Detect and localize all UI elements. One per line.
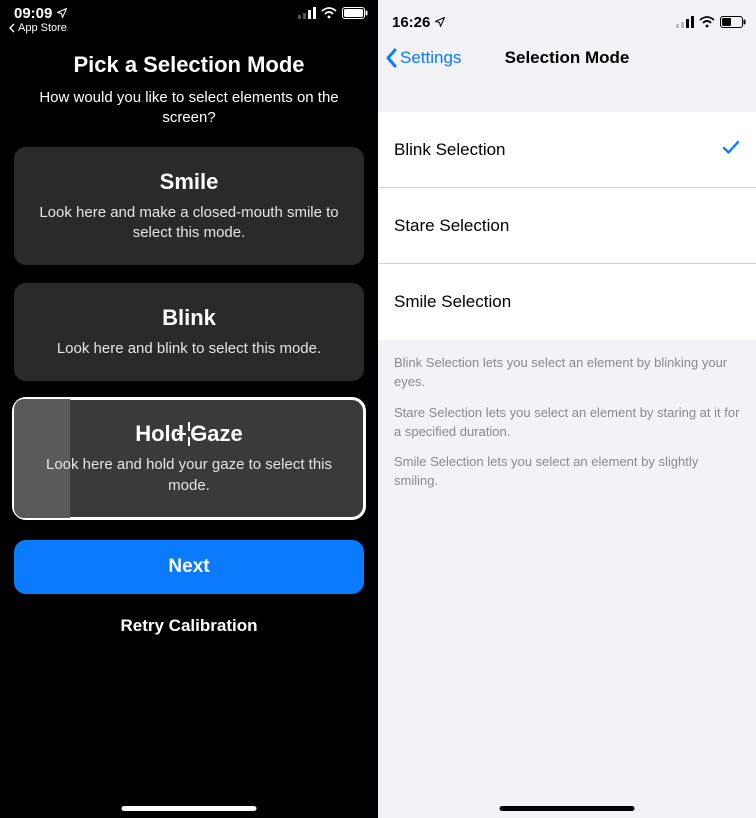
card-desc: Look here and hold your gaze to select t… [38,455,340,496]
row-smile-selection[interactable]: Smile Selection [378,264,756,340]
home-indicator[interactable] [122,806,257,811]
page-title: Pick a Selection Mode [14,52,364,78]
row-label: Smile Selection [394,292,511,312]
settings-screen: 16:26 Settings Selection Mode Blink Sele… [378,0,756,818]
row-blink-selection[interactable]: Blink Selection [378,112,756,188]
row-stare-selection[interactable]: Stare Selection [378,188,756,264]
location-icon [56,7,68,19]
footer-line: Smile Selection lets you select an eleme… [394,453,740,491]
home-indicator[interactable] [500,806,635,811]
wifi-icon [699,16,715,28]
card-title: Smile [38,169,340,195]
location-icon [434,16,446,28]
nav-back-label: Settings [400,48,461,68]
selection-mode-list: Blink Selection Stare Selection Smile Se… [378,112,756,340]
chevron-left-icon [8,23,16,33]
retry-calibration-button[interactable]: Retry Calibration [14,616,364,636]
card-title: Blink [38,305,340,331]
next-button[interactable]: Next [14,540,364,594]
card-desc: Look here and blink to select this mode. [38,339,340,359]
status-time: 09:09 [14,5,52,22]
nav-back-button[interactable]: Settings [378,47,461,69]
wifi-icon [321,7,337,19]
signal-icon [298,7,316,19]
status-bar: 16:26 [378,0,756,36]
mode-card-hold-gaze[interactable]: Hold Gaze Look here and hold your gaze t… [14,399,364,518]
status-bar: 09:09 [0,0,378,20]
back-to-appstore[interactable]: App Store [0,20,378,34]
back-label: App Store [18,22,67,34]
battery-icon [720,16,746,28]
checkmark-icon [722,139,740,160]
footer-line: Blink Selection lets you select an eleme… [394,354,740,392]
onboarding-screen: 09:09 App Store Pick a Selection Mode Ho… [0,0,378,818]
footer-description: Blink Selection lets you select an eleme… [378,340,756,517]
nav-bar: Settings Selection Mode [378,36,756,80]
nav-title: Selection Mode [505,48,630,68]
status-time: 16:26 [392,14,430,31]
signal-icon [676,16,694,28]
card-desc: Look here and make a closed-mouth smile … [38,203,340,244]
mode-card-smile[interactable]: Smile Look here and make a closed-mouth … [14,147,364,266]
section-gap [378,80,756,112]
row-label: Blink Selection [394,140,506,160]
card-title: Hold Gaze [38,421,340,447]
mode-card-blink[interactable]: Blink Look here and blink to select this… [14,283,364,381]
chevron-left-icon [384,47,398,69]
battery-icon [342,7,368,19]
footer-line: Stare Selection lets you select an eleme… [394,404,740,442]
page-subtitle: How would you like to select elements on… [14,88,364,129]
row-label: Stare Selection [394,216,509,236]
